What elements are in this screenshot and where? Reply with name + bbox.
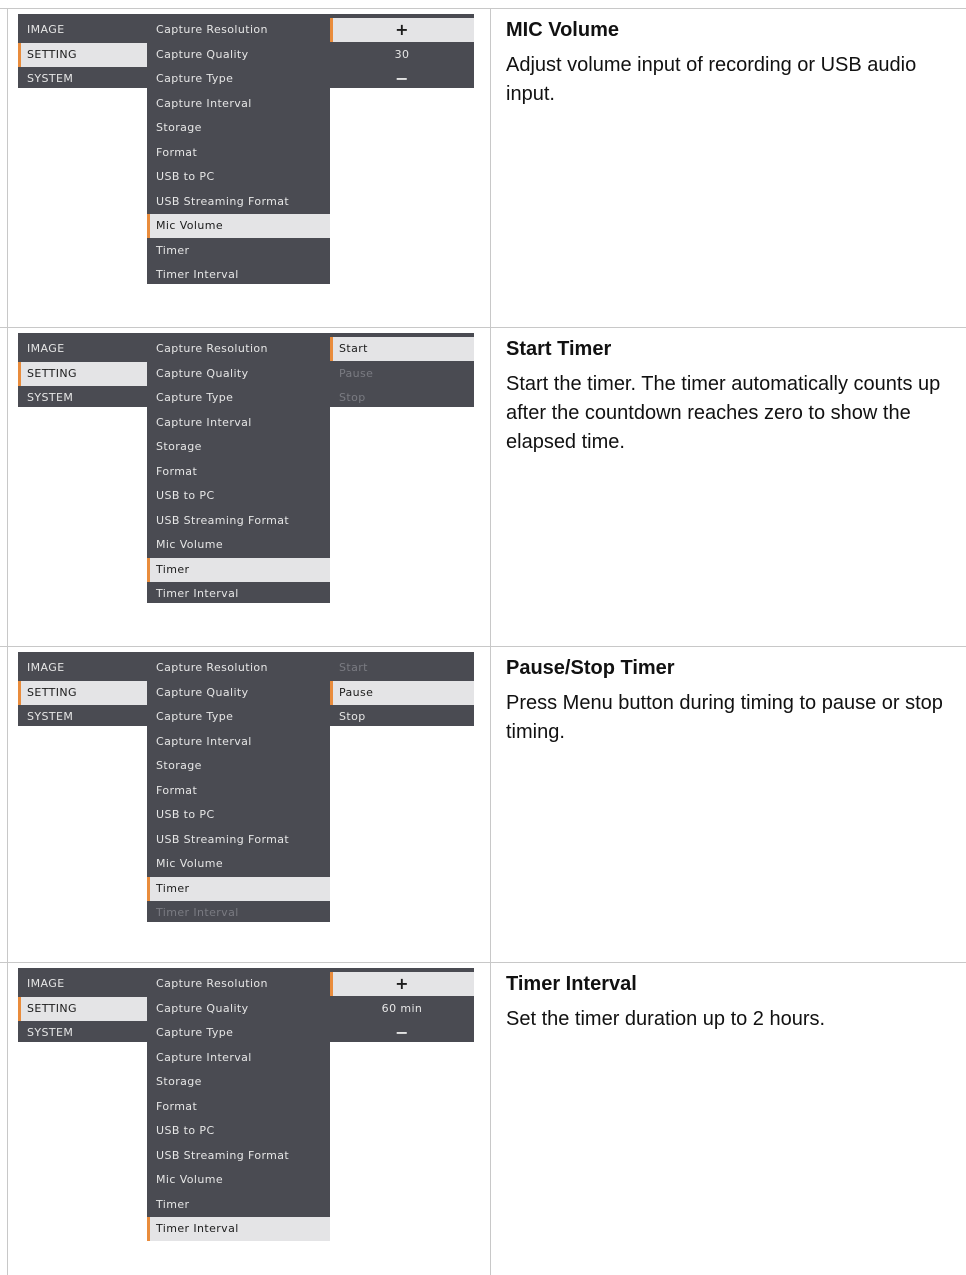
start-option[interactable]: Start <box>330 656 474 680</box>
menu-category-system[interactable]: SYSTEM <box>18 386 147 410</box>
description-title: Start Timer <box>506 338 612 360</box>
osd-menu: IMAGE SETTING SYSTEM Capture Resolution … <box>18 968 474 1244</box>
menu-item-mic-volume[interactable]: Mic Volume <box>147 214 330 238</box>
menu-item-timer[interactable]: Timer <box>147 1193 330 1217</box>
increase-button[interactable]: + <box>330 18 474 42</box>
menu-item-capture-resolution[interactable]: Capture Resolution <box>147 972 330 996</box>
menu-item-timer-interval[interactable]: Timer Interval <box>147 901 330 925</box>
menu-item-storage[interactable]: Storage <box>147 116 330 140</box>
menu-item-timer-interval[interactable]: Timer Interval <box>147 582 330 606</box>
menu-item-capture-type[interactable]: Capture Type <box>147 1021 330 1045</box>
menu-category-image[interactable]: IMAGE <box>18 656 147 680</box>
decrease-button[interactable]: − <box>330 1021 474 1045</box>
menu-item-capture-interval[interactable]: Capture Interval <box>147 730 330 754</box>
osd-menu: IMAGE SETTING SYSTEM Capture Resolution … <box>18 333 474 609</box>
menu-item-capture-type[interactable]: Capture Type <box>147 67 330 91</box>
menu-item-capture-interval[interactable]: Capture Interval <box>147 92 330 116</box>
menu-value-column: + 60 min − <box>330 968 474 1042</box>
description-body: Press Menu button during timing to pause… <box>506 692 943 743</box>
menu-category-system[interactable]: SYSTEM <box>18 67 147 91</box>
menu-category-image[interactable]: IMAGE <box>18 972 147 996</box>
table-row: IMAGE SETTING SYSTEM Capture Resolution … <box>0 8 966 327</box>
menu-item-format[interactable]: Format <box>147 460 330 484</box>
description-title: MIC Volume <box>506 19 619 41</box>
menu-item-capture-type[interactable]: Capture Type <box>147 705 330 729</box>
menu-category-column: IMAGE SETTING SYSTEM <box>18 333 147 407</box>
menu-item-timer[interactable]: Timer <box>147 558 330 582</box>
menu-category-column: IMAGE SETTING SYSTEM <box>18 652 147 726</box>
menu-setting-list: Capture Resolution Capture Quality Captu… <box>147 968 330 1241</box>
menu-item-timer-interval[interactable]: Timer Interval <box>147 263 330 287</box>
menu-item-capture-interval[interactable]: Capture Interval <box>147 411 330 435</box>
menu-category-setting[interactable]: SETTING <box>18 43 147 67</box>
menu-item-usb-to-pc[interactable]: USB to PC <box>147 484 330 508</box>
mic-volume-value: 30 <box>394 48 410 61</box>
pause-option[interactable]: Pause <box>330 681 474 705</box>
menu-item-format[interactable]: Format <box>147 141 330 165</box>
menu-item-capture-quality[interactable]: Capture Quality <box>147 681 330 705</box>
menu-category-column: IMAGE SETTING SYSTEM <box>18 14 147 88</box>
menu-item-usb-streaming-format[interactable]: USB Streaming Format <box>147 828 330 852</box>
menu-category-system[interactable]: SYSTEM <box>18 1021 147 1045</box>
table-row: IMAGE SETTING SYSTEM Capture Resolution … <box>0 646 966 962</box>
menu-item-timer[interactable]: Timer <box>147 877 330 901</box>
menu-setting-list: Capture Resolution Capture Quality Captu… <box>147 333 330 603</box>
pause-option[interactable]: Pause <box>330 362 474 386</box>
menu-item-format[interactable]: Format <box>147 779 330 803</box>
description-body: Start the timer. The timer automatically… <box>506 373 941 453</box>
stop-option[interactable]: Stop <box>330 386 474 410</box>
menu-item-capture-quality[interactable]: Capture Quality <box>147 43 330 67</box>
menu-item-capture-resolution[interactable]: Capture Resolution <box>147 18 330 42</box>
menu-category-image[interactable]: IMAGE <box>18 18 147 42</box>
osd-menu: IMAGE SETTING SYSTEM Capture Resolution … <box>18 652 474 928</box>
menu-value-column: Start Pause Stop <box>330 333 474 407</box>
menu-item-timer[interactable]: Timer <box>147 239 330 263</box>
menu-setting-list: Capture Resolution Capture Quality Captu… <box>147 14 330 284</box>
stop-option[interactable]: Stop <box>330 705 474 729</box>
timer-interval-value: 60 min <box>381 1002 423 1015</box>
menu-item-usb-to-pc[interactable]: USB to PC <box>147 1119 330 1143</box>
menu-item-storage[interactable]: Storage <box>147 1070 330 1094</box>
menu-item-storage[interactable]: Storage <box>147 435 330 459</box>
menu-value-column: Start Pause Stop <box>330 652 474 726</box>
menu-item-usb-streaming-format[interactable]: USB Streaming Format <box>147 509 330 533</box>
menu-item-format[interactable]: Format <box>147 1095 330 1119</box>
table-row: IMAGE SETTING SYSTEM Capture Resolution … <box>0 327 966 646</box>
menu-item-capture-quality[interactable]: Capture Quality <box>147 997 330 1021</box>
table-row: IMAGE SETTING SYSTEM Capture Resolution … <box>0 962 966 1275</box>
menu-category-system[interactable]: SYSTEM <box>18 705 147 729</box>
menu-item-usb-streaming-format[interactable]: USB Streaming Format <box>147 1144 330 1168</box>
menu-category-setting[interactable]: SETTING <box>18 362 147 386</box>
menu-item-mic-volume[interactable]: Mic Volume <box>147 533 330 557</box>
menu-item-usb-to-pc[interactable]: USB to PC <box>147 803 330 827</box>
decrease-button[interactable]: − <box>330 67 474 91</box>
menu-item-timer-interval[interactable]: Timer Interval <box>147 1217 330 1241</box>
menu-item-usb-streaming-format[interactable]: USB Streaming Format <box>147 190 330 214</box>
menu-item-mic-volume[interactable]: Mic Volume <box>147 1168 330 1192</box>
menu-item-usb-to-pc[interactable]: USB to PC <box>147 165 330 189</box>
start-option[interactable]: Start <box>330 337 474 361</box>
menu-value-column: + 30 − <box>330 14 474 88</box>
menu-item-capture-resolution[interactable]: Capture Resolution <box>147 656 330 680</box>
menu-item-capture-quality[interactable]: Capture Quality <box>147 362 330 386</box>
menu-item-capture-interval[interactable]: Capture Interval <box>147 1046 330 1070</box>
osd-menu: IMAGE SETTING SYSTEM Capture Resolution … <box>18 14 474 290</box>
menu-item-capture-resolution[interactable]: Capture Resolution <box>147 337 330 361</box>
menu-category-setting[interactable]: SETTING <box>18 681 147 705</box>
menu-setting-list: Capture Resolution Capture Quality Captu… <box>147 652 330 922</box>
menu-item-storage[interactable]: Storage <box>147 754 330 778</box>
menu-item-mic-volume[interactable]: Mic Volume <box>147 852 330 876</box>
description-body: Adjust volume input of recording or USB … <box>506 54 917 105</box>
menu-category-setting[interactable]: SETTING <box>18 997 147 1021</box>
menu-category-image[interactable]: IMAGE <box>18 337 147 361</box>
increase-button[interactable]: + <box>330 972 474 996</box>
menu-category-column: IMAGE SETTING SYSTEM <box>18 968 147 1042</box>
description-title: Timer Interval <box>506 973 637 995</box>
menu-item-capture-type[interactable]: Capture Type <box>147 386 330 410</box>
description-title: Pause/Stop Timer <box>506 657 675 679</box>
description-body: Set the timer duration up to 2 hours. <box>506 1008 826 1030</box>
